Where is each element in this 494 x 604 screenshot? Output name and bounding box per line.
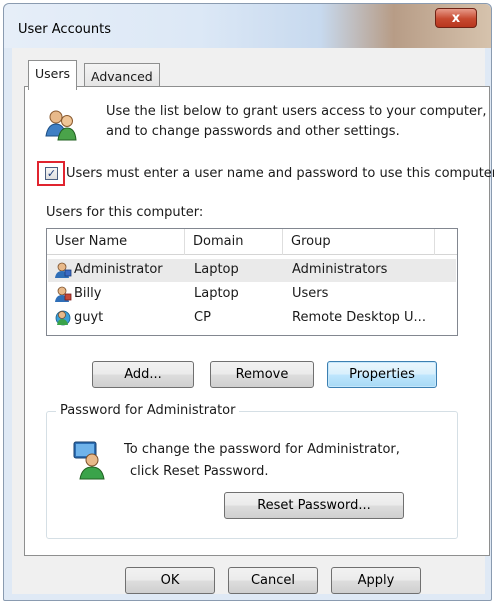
user-name-cell: guyt (74, 310, 104, 325)
standard-user-icon (55, 286, 72, 302)
column-user-name-label: User Name (55, 234, 128, 249)
user-name-cell: Administrator (74, 262, 163, 277)
tab-advanced[interactable]: Advanced (84, 63, 160, 88)
properties-button[interactable]: Properties (327, 361, 437, 388)
intro-line-1: Use the list below to grant users access… (106, 104, 487, 119)
tab-advanced-label: Advanced (91, 69, 153, 84)
password-instructions-line-2: click Reset Password. (130, 464, 269, 479)
require-login-label[interactable]: Users must enter a user name and passwor… (66, 166, 494, 181)
cancel-button[interactable]: Cancel (228, 567, 318, 594)
remove-user-button[interactable]: Remove (210, 361, 314, 388)
group-cell: Users (292, 286, 329, 301)
table-row[interactable]: Administrator Laptop Administrators (48, 259, 456, 282)
column-header-domain[interactable]: Domain (185, 229, 283, 255)
table-row[interactable]: guyt CP Remote Desktop U... (48, 307, 456, 330)
domain-cell: CP (194, 310, 211, 325)
tab-users[interactable]: Users (28, 60, 78, 90)
password-group-title: Password for Administrator (56, 403, 240, 418)
group-cell: Remote Desktop U... (292, 310, 426, 325)
column-header-user-name[interactable]: User Name (47, 229, 185, 255)
domain-cell: Laptop (194, 262, 239, 277)
checkmark-icon: ✓ (46, 167, 57, 180)
require-login-checkbox[interactable]: ✓ (45, 167, 58, 180)
column-header-group[interactable]: Group (283, 229, 435, 255)
close-icon: x (451, 10, 461, 26)
password-instructions-line-1: To change the password for Administrator… (124, 442, 400, 457)
title-bar[interactable]: User Accounts x (4, 4, 491, 48)
intro-line-2: and to change passwords and other settin… (106, 124, 400, 139)
domain-cell: Laptop (194, 286, 239, 301)
intro-text: Use the list below to grant users access… (106, 102, 494, 142)
apply-button[interactable]: Apply (331, 567, 421, 594)
users-list-label: Users for this computer: (46, 205, 204, 220)
checkbox-highlight: ✓ (37, 161, 65, 186)
column-domain-label: Domain (193, 234, 244, 249)
users-list-header: User Name Domain Group (47, 229, 457, 255)
password-instructions: To change the password for Administrator… (124, 439, 400, 483)
close-button[interactable]: x (435, 8, 477, 28)
window-title: User Accounts (18, 22, 112, 37)
users-group-icon (45, 110, 77, 141)
reset-password-button[interactable]: Reset Password... (224, 492, 404, 519)
ok-button[interactable]: OK (125, 567, 215, 594)
add-user-button[interactable]: Add... (92, 361, 194, 388)
users-list[interactable]: User Name Domain Group Administrator Lap… (46, 228, 458, 336)
group-cell: Administrators (292, 262, 388, 277)
user-name-cell: Billy (74, 286, 102, 301)
administrator-user-icon (73, 441, 105, 480)
tab-users-label: Users (35, 66, 71, 81)
table-row[interactable]: Billy Laptop Users (48, 283, 456, 306)
column-group-label: Group (291, 234, 331, 249)
admin-user-icon (55, 262, 72, 278)
domain-user-icon (55, 310, 71, 326)
